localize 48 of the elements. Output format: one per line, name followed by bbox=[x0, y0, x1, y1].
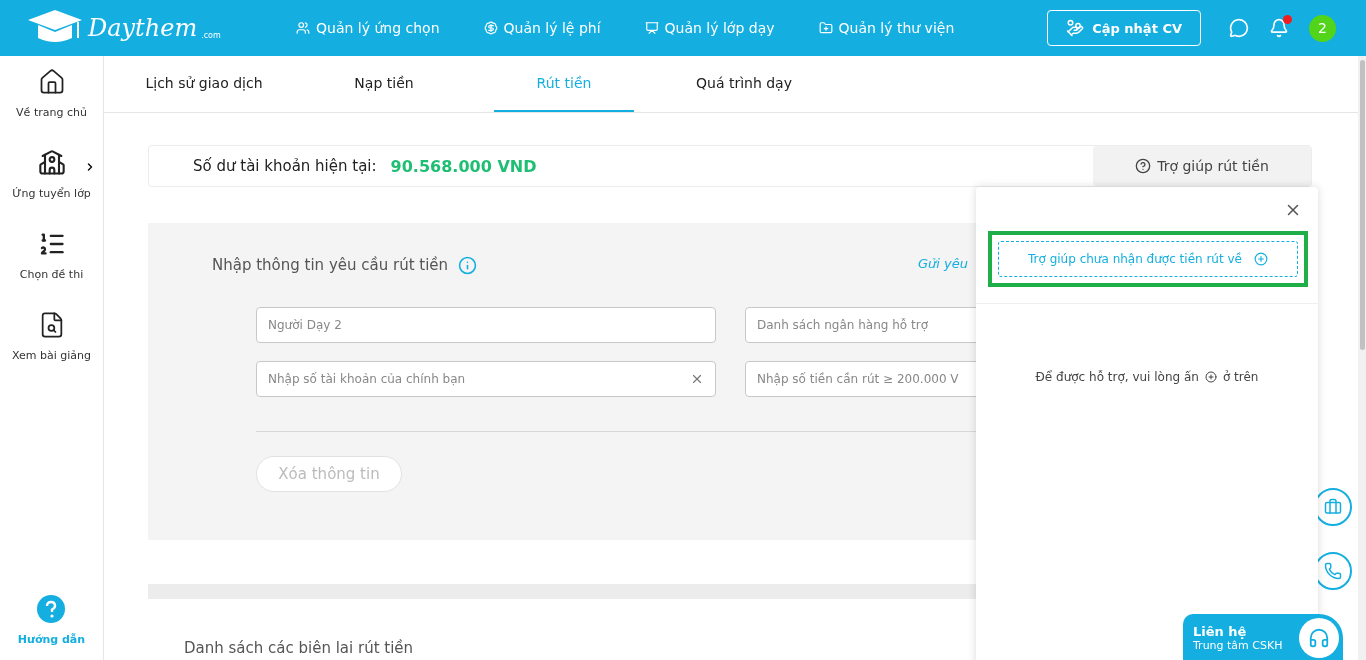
sidebar-item[interactable]: Về trang chủ bbox=[1, 68, 102, 119]
input-field[interactable]: Người Dạy 2 bbox=[256, 307, 716, 343]
balance-value: 90.568.000 VND bbox=[390, 156, 537, 176]
hint-text: Để được hỗ trợ, vui lòng ấn bbox=[1035, 370, 1199, 384]
user-avatar[interactable]: 2 bbox=[1309, 14, 1336, 42]
nav-link[interactable]: Quản lý lệ phí bbox=[483, 20, 601, 36]
sidebar-item[interactable]: Ứng tuyển lớp bbox=[1, 149, 102, 200]
clear-icon[interactable] bbox=[690, 372, 704, 386]
people-icon bbox=[296, 21, 310, 35]
form-title: Nhập thông tin yêu cầu rút tiền bbox=[212, 256, 449, 274]
presentation-icon bbox=[644, 21, 659, 35]
section-title: Danh sách các biên lai rút tiền bbox=[184, 639, 414, 657]
briefcase-icon bbox=[1324, 498, 1342, 516]
help-icon bbox=[37, 595, 66, 623]
dollar-icon bbox=[483, 21, 498, 35]
input-field[interactable]: Nhập số tài khoản của chính bạn bbox=[256, 361, 716, 397]
contact-widget[interactable]: Liên hệ Trung tâm CSKH bbox=[1183, 614, 1343, 660]
tab[interactable]: Quá trình dạy bbox=[674, 56, 814, 112]
tab[interactable]: Rút tiền bbox=[494, 56, 634, 112]
tab[interactable]: Lịch sử giao dịch bbox=[134, 56, 274, 112]
clear-info-button[interactable]: Xóa thông tin bbox=[256, 456, 402, 492]
hand-coins-icon bbox=[1066, 19, 1085, 37]
hint-text: ở trên bbox=[1222, 370, 1259, 384]
tab[interactable]: Nạp tiền bbox=[314, 56, 454, 112]
plus-circle-icon bbox=[1204, 371, 1217, 383]
phone-icon bbox=[1324, 562, 1342, 580]
plus-circle-icon bbox=[1254, 252, 1268, 266]
logo-suffix: .com bbox=[201, 31, 221, 40]
nav-link[interactable]: Quản lý thư viện bbox=[818, 20, 955, 36]
balance-label: Số dư tài khoản hiện tại: bbox=[193, 157, 377, 175]
headset-icon bbox=[1308, 627, 1330, 649]
scrollbar-thumb[interactable] bbox=[1359, 60, 1365, 350]
sidebar-item[interactable]: Xem bài giảng bbox=[1, 311, 102, 362]
chat-icon[interactable] bbox=[1229, 18, 1249, 38]
help-link[interactable]: Hướng dẫn bbox=[17, 595, 86, 646]
group-icon bbox=[37, 149, 66, 177]
withdraw-help-button[interactable]: Trợ giúp rút tiền bbox=[1093, 146, 1311, 186]
sidebar-item[interactable]: Chọn đề thi bbox=[1, 230, 102, 281]
notification-icon[interactable] bbox=[1269, 18, 1289, 38]
help-icon bbox=[1135, 158, 1152, 174]
logo-text: Daythem bbox=[88, 14, 198, 42]
nav-link[interactable]: Quản lý lớp dạy bbox=[644, 20, 775, 36]
send-request-link[interactable]: Gửi yêu bbox=[918, 256, 968, 271]
info-icon[interactable] bbox=[458, 255, 478, 275]
update-cv-button[interactable]: Cập nhật CV bbox=[1047, 10, 1201, 46]
folder-icon bbox=[818, 21, 833, 35]
nav-link[interactable]: Quản lý ứng chọn bbox=[296, 20, 440, 36]
add-help-request-button[interactable]: Trợ giúp chưa nhận được tiền rút về bbox=[998, 241, 1298, 277]
